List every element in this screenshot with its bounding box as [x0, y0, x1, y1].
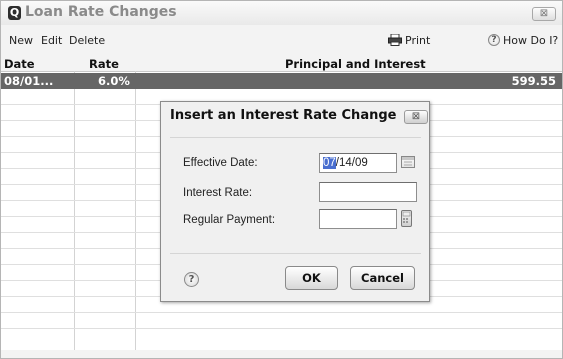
dialog-title: Insert an Interest Rate Change	[170, 108, 397, 123]
dialog-close-button[interactable]: ⊠	[404, 110, 428, 124]
regular-payment-label: Regular Payment:	[183, 214, 276, 226]
date-rest-text: /14/09	[335, 157, 368, 169]
window-title: Loan Rate Changes	[25, 4, 177, 20]
calculator-icon[interactable]	[401, 210, 412, 227]
help-icon: ?	[488, 34, 500, 46]
regular-payment-field[interactable]	[319, 209, 397, 229]
column-header-rate[interactable]: Rate	[89, 57, 119, 71]
grid-divider	[74, 71, 75, 350]
row-date: 08/01...	[4, 74, 54, 88]
date-selected-text: 07	[323, 157, 336, 169]
how-do-i-button[interactable]: ? How Do I?	[488, 32, 558, 48]
menu-edit[interactable]: Edit	[41, 34, 62, 47]
effective-date-field[interactable]: 07/14/09	[319, 153, 397, 173]
column-header-date[interactable]: Date	[4, 57, 35, 71]
grid-line	[1, 328, 562, 329]
grid-divider	[135, 71, 136, 350]
interest-rate-field[interactable]	[319, 182, 417, 202]
interest-rate-label: Interest Rate:	[183, 187, 253, 199]
menu-delete[interactable]: Delete	[69, 34, 105, 47]
cancel-button[interactable]: Cancel	[350, 266, 415, 290]
window-close-button[interactable]: ⊠	[532, 7, 556, 21]
printer-icon	[388, 33, 402, 46]
print-button[interactable]: Print	[388, 32, 430, 48]
how-do-i-label: How Do I?	[503, 33, 559, 47]
insert-rate-change-dialog: Insert an Interest Rate Change ⊠ Effecti…	[160, 101, 430, 302]
dialog-divider	[170, 253, 421, 254]
print-label: Print	[405, 33, 431, 47]
ok-button[interactable]: OK	[285, 266, 338, 290]
table-row[interactable]: 08/01... 6.0% 599.55	[1, 73, 562, 89]
dialog-help-icon[interactable]: ?	[184, 272, 199, 287]
quicken-logo-icon: Q	[8, 6, 21, 20]
column-header-principal-interest[interactable]: Principal and Interest	[285, 57, 426, 71]
grid-line	[1, 312, 562, 313]
row-principal-interest: 599.55	[511, 74, 556, 88]
row-rate: 6.0%	[98, 74, 130, 88]
menubar: New Edit Delete Print ? How Do I?	[1, 28, 562, 52]
window-titlebar: Q Loan Rate Changes ⊠	[1, 1, 562, 25]
loan-rate-changes-window: Q Loan Rate Changes ⊠ New Edit Delete Pr…	[0, 0, 563, 359]
calendar-icon[interactable]	[401, 156, 415, 168]
dialog-divider	[170, 137, 421, 138]
column-headers: Date Rate Principal and Interest	[1, 57, 562, 71]
effective-date-label: Effective Date:	[183, 157, 258, 169]
menu-new[interactable]: New	[9, 34, 33, 47]
